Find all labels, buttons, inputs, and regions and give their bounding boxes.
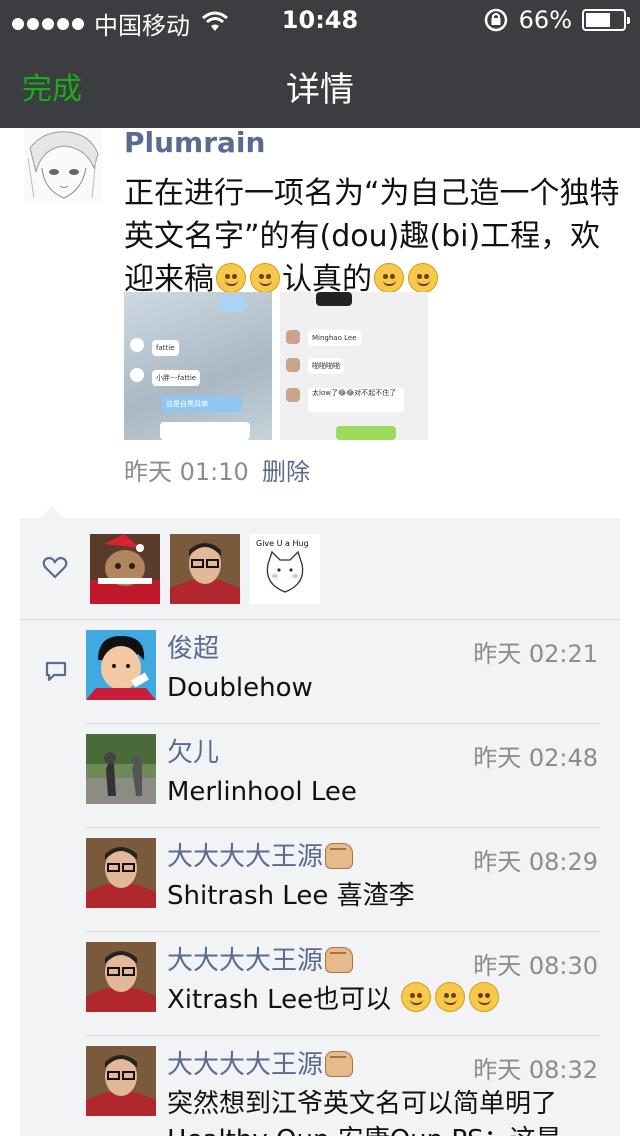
top-bar: 中国移动 10:48 66% 完成 详情 [0, 0, 640, 128]
post-text: 正在进行一项名为“为自己造一个独特英文名字”的有(dou)趣(bi)工程，欢迎来… [124, 172, 624, 301]
chat-bubble: 啪啪啪啪 [308, 358, 344, 374]
comment-item[interactable]: 俊超 昨天 02:21 Doublehow [86, 620, 600, 724]
comment-text: Merlinhool Lee [167, 777, 357, 807]
commenter-name[interactable]: 俊超 [167, 628, 219, 665]
commenter-name[interactable]: 大大大大王源 [167, 836, 354, 873]
fist-emoji-icon [325, 843, 354, 869]
comment-icon [45, 661, 67, 682]
commenter-avatar[interactable] [86, 838, 156, 908]
comment-text-line: 突然想到江爷英文名可以简单明了 [167, 1089, 558, 1119]
chat-avatar [286, 388, 300, 402]
smile-emoji-icon [374, 263, 404, 293]
post-author-avatar[interactable] [24, 128, 102, 204]
post-image-1[interactable]: fattie 小胖---fattie 这是自黑风嘛 [124, 292, 272, 440]
chat-bubble: 小胖---fattie [152, 370, 201, 386]
battery-percent: 66% [518, 6, 572, 34]
page-title: 详情 [286, 70, 354, 110]
comment-item[interactable]: 大大大大王源 昨天 08:30 Xitrash Lee也可以 [86, 932, 600, 1036]
smile-emoji-icon [401, 982, 432, 1012]
cat-santa-avatar[interactable] [90, 534, 160, 604]
comment-time: 昨天 08:29 [473, 848, 598, 876]
chat-sticker [316, 292, 352, 306]
smile-emoji-icon [435, 982, 466, 1012]
commenter-name[interactable]: 大大大大王源 [167, 940, 354, 977]
status-bar: 中国移动 10:48 66% [0, 0, 640, 40]
battery-icon [582, 9, 630, 31]
commenter-avatar[interactable] [86, 1046, 156, 1116]
chat-avatar [286, 358, 300, 372]
comment-time: 昨天 02:48 [473, 744, 598, 772]
comment-time: 昨天 02:21 [473, 640, 598, 668]
likes-row: Give U a Hug [20, 518, 620, 620]
man-glasses-avatar[interactable] [170, 534, 240, 604]
comment-text: Doublehow [167, 673, 313, 703]
heart-icon [42, 556, 68, 579]
comment-text-line: Healthy Qun 安康Qun PS：这是 [167, 1122, 597, 1136]
chat-avatar [286, 330, 300, 344]
smile-emoji-icon [216, 263, 246, 293]
chat-bubble: fattie [152, 340, 179, 356]
commenter-avatar[interactable] [86, 630, 156, 700]
comment-time: 昨天 08:30 [473, 952, 598, 980]
chat-avatar [130, 368, 144, 382]
commenter-name-text: 大大大大王源 [167, 1050, 324, 1080]
commenter-name-text: 大大大大王源 [167, 842, 324, 872]
commenter-name[interactable]: 欠儿 [167, 732, 219, 769]
post-author-name[interactable]: Plumrain [124, 126, 265, 159]
post-image-2[interactable]: Minghao Lee 啪啪啪啪 太low了😂😂对不起不住了 [280, 292, 428, 440]
chat-bubble: 太low了😂😂对不起不住了 [308, 388, 404, 412]
rotation-lock-icon [484, 8, 507, 32]
panel-notch [40, 506, 64, 518]
sticker-text: Give U a Hug [256, 539, 309, 548]
comment-text: Xitrash Lee也可以 [167, 982, 597, 1018]
battery-fill [586, 13, 610, 27]
post-timestamp: 昨天 01:10 [124, 458, 249, 486]
smile-emoji-icon [469, 982, 500, 1012]
chat-bubble [220, 296, 246, 312]
commenter-avatar[interactable] [86, 734, 156, 804]
chat-bubble: Minghao Lee [308, 330, 361, 346]
comment-text: 突然想到江爷英文名可以简单明了 Healthy Qun 安康Qun PS：这是 [167, 1086, 597, 1136]
commenter-name-text: 大大大大王源 [167, 946, 324, 976]
fist-emoji-icon [325, 1051, 354, 1077]
comment-text-body: Xitrash Lee也可以 [167, 985, 392, 1015]
commenter-name[interactable]: 大大大大王源 [167, 1044, 354, 1081]
fist-emoji-icon [325, 947, 354, 973]
smile-emoji-icon [250, 263, 280, 293]
comment-item[interactable]: 大大大大王源 昨天 08:32 突然想到江爷英文名可以简单明了 Healthy Q… [86, 1036, 600, 1136]
chat-bubble: 这是自黑风嘛 [162, 396, 242, 412]
chat-avatar [130, 338, 144, 352]
cat-hug-avatar[interactable]: Give U a Hug [250, 534, 320, 604]
comment-text: Shitrash Lee 喜渣李 [167, 881, 415, 911]
chat-bubble [160, 422, 250, 440]
comment-item[interactable]: 欠儿 昨天 02:48 Merlinhool Lee [86, 724, 600, 828]
likes-comments-panel: Give U a Hug 俊超 昨天 02:21 Doublehow 欠儿 昨天… [20, 518, 620, 1136]
chat-bubble [336, 426, 396, 440]
commenter-avatar[interactable] [86, 942, 156, 1012]
comment-time: 昨天 08:32 [473, 1056, 598, 1084]
comment-item[interactable]: 大大大大王源 昨天 08:29 Shitrash Lee 喜渣李 [86, 828, 600, 932]
delete-post-link[interactable]: 删除 [262, 452, 310, 487]
smile-emoji-icon [408, 263, 438, 293]
